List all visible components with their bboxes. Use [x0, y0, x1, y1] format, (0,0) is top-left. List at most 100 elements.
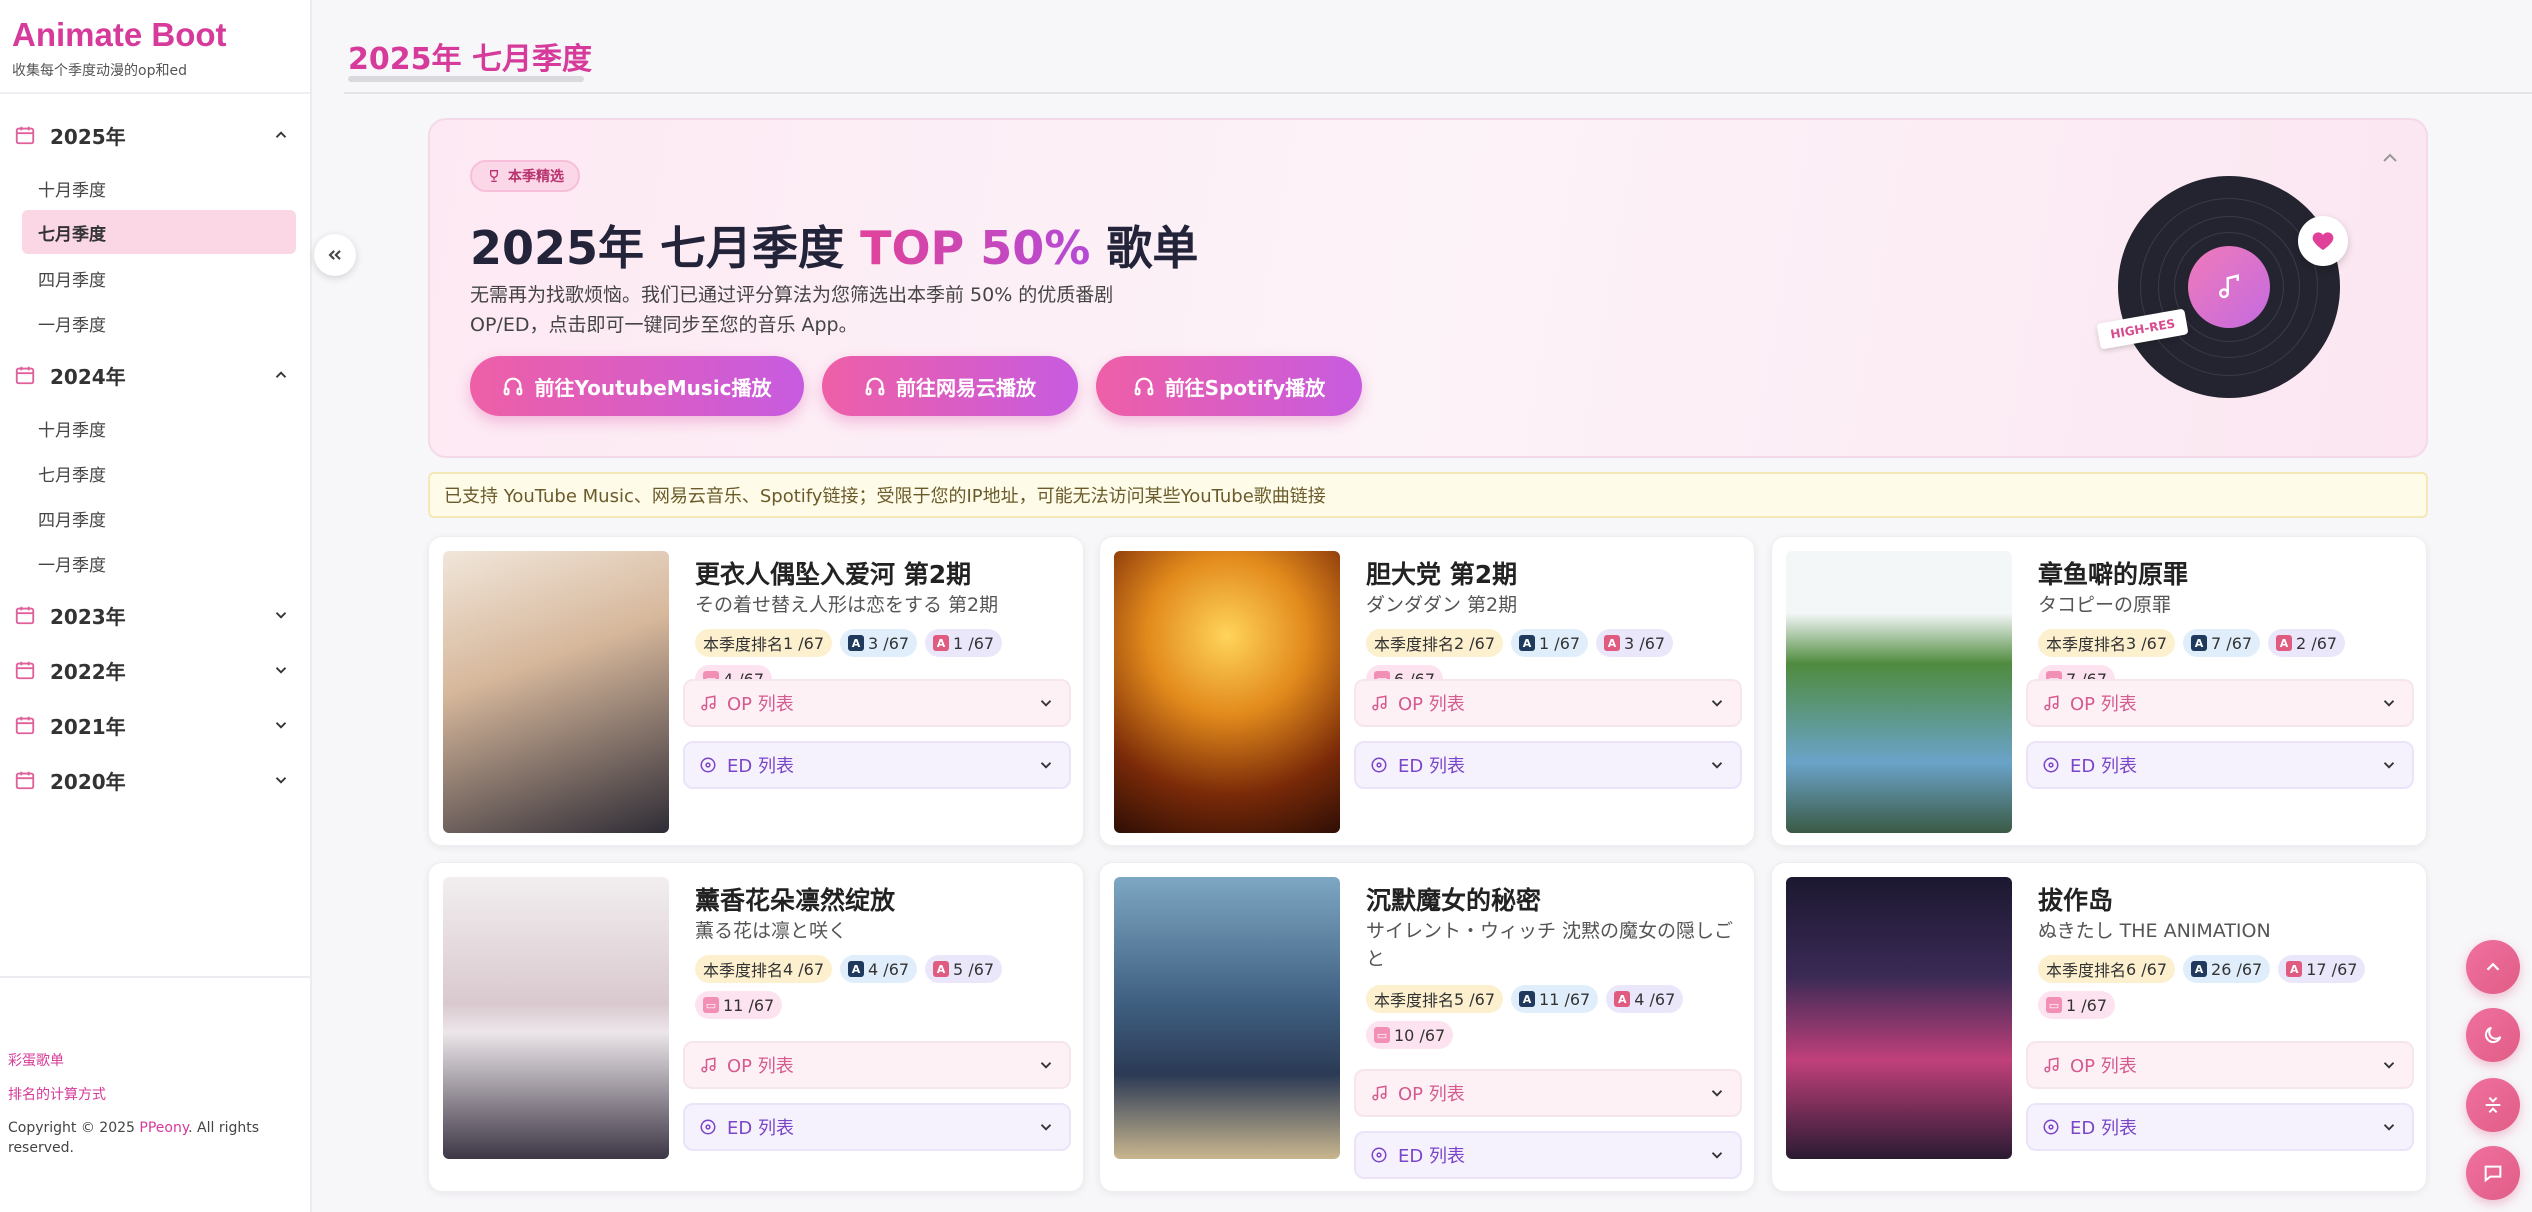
music-note-icon [2044, 1057, 2059, 1073]
bangumi-rank-badge: ▭ 11 /67 [695, 991, 783, 1019]
anilist-rank-value: 4 /67 [868, 959, 910, 979]
rank-prefix: 本季度排名 [703, 961, 784, 980]
anime-poster[interactable] [443, 877, 669, 1159]
op-list-label: OP 列表 [727, 1056, 794, 1077]
mal-icon: A [933, 961, 950, 977]
brand-title[interactable]: Animate Boot [12, 16, 298, 54]
op-list-toggle[interactable]: OP 列表 [683, 679, 1071, 727]
chevron-down-icon [2383, 700, 2395, 707]
anilist-rank-value: 1 /67 [1539, 633, 1581, 653]
mal-rank-value: 4 /67 [1634, 989, 1676, 1009]
ed-list-label: ED 列表 [727, 756, 794, 777]
expand-collapse-button[interactable] [2466, 1078, 2520, 1132]
season-2024-apr[interactable]: 四月季度 [22, 496, 296, 540]
anime-card[interactable]: 薰香花朵凛然绽放 薫る花は凛と咲く 本季度排名 4 /67 A4 /67 A5 … [428, 862, 1084, 1192]
op-list-toggle[interactable]: OP 列表 [683, 1041, 1071, 1089]
ed-list-label: ED 列表 [1398, 756, 1465, 777]
year-2025-toggle[interactable]: 2025年 [0, 115, 312, 155]
rank-prefix: 本季度排名 [1374, 635, 1455, 654]
spotify-label: 前往Spotify播放 [1164, 375, 1326, 400]
title-underline [348, 76, 584, 82]
chevron-up-icon[interactable] [2378, 146, 2402, 170]
season-2025-jul[interactable]: 七月季度 [22, 210, 296, 254]
feedback-button[interactable] [2466, 1146, 2520, 1200]
anime-title[interactable]: 沉默魔女的秘密 [1366, 881, 1541, 917]
op-list-label: OP 列表 [2070, 694, 2137, 715]
author-link[interactable]: PPeony [139, 1120, 188, 1136]
anime-poster[interactable] [1114, 551, 1340, 833]
youtube-music-button[interactable]: 前往YoutubeMusic播放 [470, 356, 804, 416]
dark-mode-toggle[interactable] [2466, 1008, 2520, 1062]
ed-list-toggle[interactable]: ED 列表 [683, 1103, 1071, 1151]
disc-icon [700, 1119, 716, 1135]
ed-list-toggle[interactable]: ED 列表 [683, 741, 1071, 789]
scroll-to-top-button[interactable] [2466, 940, 2520, 994]
op-list-toggle[interactable]: OP 列表 [1354, 679, 1742, 727]
anime-poster[interactable] [1786, 877, 2012, 1159]
season-2024-oct[interactable]: 十月季度 [22, 406, 296, 450]
netease-button[interactable]: 前往网易云播放 [822, 356, 1078, 416]
ed-list-toggle[interactable]: ED 列表 [2026, 741, 2414, 789]
calendar-icon [15, 661, 35, 680]
season-2025-oct[interactable]: 十月季度 [22, 166, 296, 210]
op-list-toggle[interactable]: OP 列表 [2026, 1041, 2414, 1089]
ed-list-label: ED 列表 [2070, 1118, 2137, 1139]
rating-tags: 本季度排名 6 /67 A 26 /67 A 17 /67 ▭ 1 /67 [2038, 955, 2418, 1019]
mal-icon: A [933, 635, 950, 651]
bangumi-rank-value: 1 /67 [2066, 995, 2108, 1015]
season-2024-jan[interactable]: 一月季度 [22, 541, 296, 585]
year-2024-toggle[interactable]: 2024年 [0, 355, 312, 395]
rating-tags: 本季度排名 5 /67 A 11 /67 A4 /67 ▭ 10 /67 [1366, 985, 1746, 1049]
chevron-down-icon [1040, 700, 1052, 707]
sidebar: Animate Boot 收集每个季度动漫的op和ed 2025年 十月季度 七… [0, 0, 312, 1212]
calendar-icon [15, 126, 35, 145]
anime-title[interactable]: 拔作岛 [2038, 881, 2113, 917]
season-2025-apr[interactable]: 四月季度 [22, 256, 296, 300]
chevron-up-icon [275, 371, 287, 378]
spotify-button[interactable]: 前往Spotify播放 [1096, 356, 1362, 416]
anilist-icon: A [1519, 991, 1536, 1007]
brand-subtitle: 收集每个季度动漫的op和ed [12, 63, 187, 79]
season-2024-jul[interactable]: 七月季度 [22, 451, 296, 495]
anime-card[interactable]: 章鱼噼的原罪 タコピーの原罪 本季度排名 3 /67 A7 /67 A2 /67… [1771, 536, 2427, 846]
easter-egg-link[interactable]: 彩蛋歌单 [8, 1050, 298, 1070]
chevron-down-icon [2383, 1062, 2395, 1069]
mal-icon: A [1604, 635, 1621, 651]
anilist-rank-badge: A4 /67 [840, 955, 918, 983]
anime-card[interactable]: 拔作岛 ぬきたし THE ANIMATION 本季度排名 6 /67 A 26 /… [1771, 862, 2427, 1192]
anime-title[interactable]: 更衣人偶坠入爱河 第2期 [695, 555, 971, 591]
year-label: 2021年 [50, 714, 126, 739]
anilist-rank-value: 11 /67 [1539, 989, 1591, 1009]
mal-rank-badge: A1 /67 [925, 629, 1003, 657]
anime-poster[interactable] [1786, 551, 2012, 833]
calendar-icon [15, 771, 35, 790]
anime-title[interactable]: 薰香花朵凛然绽放 [695, 881, 895, 917]
disc-icon [700, 757, 716, 773]
anime-card[interactable]: 胆大党 第2期 ダンダダン 第2期 本季度排名 2 /67 A1 /67 A3 … [1099, 536, 1755, 846]
anime-poster[interactable] [443, 551, 669, 833]
ed-list-toggle[interactable]: ED 列表 [1354, 741, 1742, 789]
year-2020-toggle[interactable]: 2020年 [0, 760, 312, 800]
anime-card[interactable]: 沉默魔女的秘密 サイレント・ウィッチ 沈黙の魔女の隠しごと 本季度排名 5 /6… [1099, 862, 1755, 1192]
collapse-sidebar-button[interactable] [314, 234, 356, 276]
ed-list-toggle[interactable]: ED 列表 [2026, 1103, 2414, 1151]
season-rank-badge: 本季度排名 4 /67 [695, 955, 833, 983]
hero-title-accent: TOP 50% [860, 221, 1091, 275]
year-2021-toggle[interactable]: 2021年 [0, 705, 312, 745]
ed-list-toggle[interactable]: ED 列表 [1354, 1131, 1742, 1179]
mal-rank-badge: A5 /67 [925, 955, 1003, 983]
season-rank-badge: 本季度排名 1 /67 [695, 629, 833, 657]
year-2023-toggle[interactable]: 2023年 [0, 595, 312, 635]
anime-card[interactable]: 更衣人偶坠入爱河 第2期 その着せ替え人形は恋をする 第2期 本季度排名 1 /… [428, 536, 1084, 846]
season-2025-jan[interactable]: 一月季度 [22, 301, 296, 345]
op-list-toggle[interactable]: OP 列表 [1354, 1069, 1742, 1117]
year-label: 2023年 [50, 604, 126, 629]
chevron-down-icon [275, 667, 287, 674]
rank-value: 2 /67 [1454, 633, 1496, 653]
year-2022-toggle[interactable]: 2022年 [0, 650, 312, 690]
anime-title[interactable]: 章鱼噼的原罪 [2038, 555, 2188, 591]
anime-title[interactable]: 胆大党 第2期 [1366, 555, 1517, 591]
anime-poster[interactable] [1114, 877, 1340, 1159]
ranking-method-link[interactable]: 排名的计算方式 [8, 1084, 298, 1104]
op-list-toggle[interactable]: OP 列表 [2026, 679, 2414, 727]
